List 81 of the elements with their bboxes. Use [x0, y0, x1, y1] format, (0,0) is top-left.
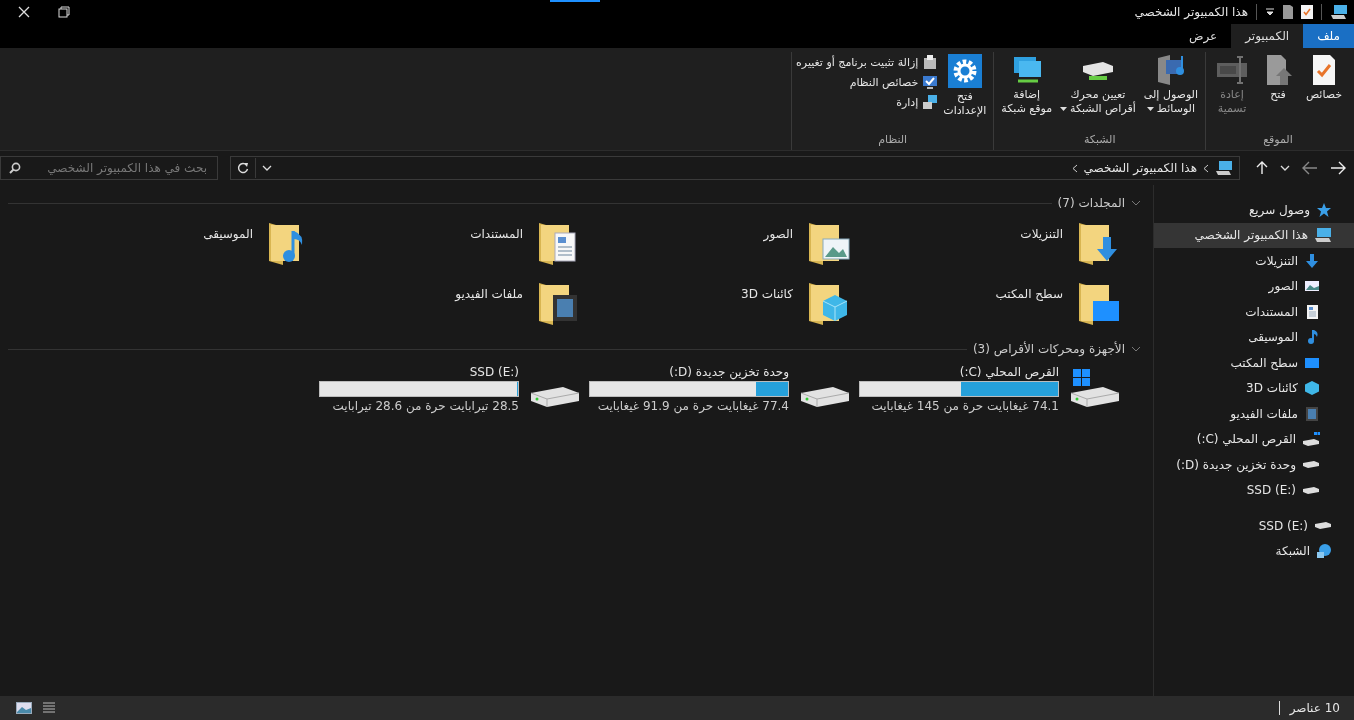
- forward-arrow-icon[interactable]: [1302, 161, 1318, 175]
- item-count: 10 عناصر: [1289, 701, 1340, 715]
- chevron-icon: [1203, 163, 1209, 173]
- nav-item[interactable]: SSD (E:): [1154, 477, 1354, 503]
- nav-item[interactable]: سطح المكتب: [1154, 350, 1354, 376]
- nav-item[interactable]: SSD (E:): [1154, 513, 1354, 539]
- search-icon: [9, 162, 21, 174]
- free-space: 28.5 تيرابايت حرة من 28.6 تيرابايت: [331, 399, 519, 413]
- section-header[interactable]: المجلدات (7): [1057, 196, 1125, 210]
- drive-icon[interactable]: [1069, 369, 1121, 409]
- nav-item[interactable]: الشبكة: [1154, 538, 1354, 564]
- group-label: النظام: [877, 132, 909, 148]
- drive-icon: [1302, 431, 1320, 448]
- close-icon[interactable]: [18, 6, 30, 18]
- ribbon-button[interactable]: فتح الإعدادات: [940, 52, 990, 131]
- picture-view-icon[interactable]: [16, 702, 32, 714]
- address-bar[interactable]: هذا الكمبيوتر الشخصي: [230, 156, 1240, 180]
- computer-icon: [922, 94, 939, 110]
- ribbon-button[interactable]: إدارة: [796, 94, 939, 110]
- down-arrow-icon: [1304, 252, 1320, 269]
- group-label: الشبكة: [1082, 132, 1117, 148]
- ribbon-button[interactable]: الوصول إلى الوسائط: [1140, 52, 1201, 131]
- details-view-icon[interactable]: [42, 701, 56, 715]
- nav-item[interactable]: التنزيلات: [1154, 248, 1354, 274]
- nav-item[interactable]: الموسيقى: [1154, 324, 1354, 350]
- refresh-icon[interactable]: [237, 162, 249, 174]
- drive-icon: [1302, 485, 1320, 495]
- drive-icon: [1314, 521, 1332, 531]
- dropdown-icon[interactable]: [1265, 7, 1275, 17]
- ribbon-button[interactable]: خصائص النظام: [796, 74, 939, 90]
- computer-icon: [1215, 160, 1233, 176]
- checked-document-icon[interactable]: [1301, 5, 1313, 19]
- computer-icon: [1330, 4, 1348, 20]
- ribbon-button[interactable]: خصائص: [1302, 52, 1346, 131]
- folder-item[interactable]: ملفات الفيديو: [311, 279, 581, 331]
- document-icon: [1304, 303, 1320, 320]
- nav-item[interactable]: وصول سريع: [1154, 197, 1354, 223]
- restore-icon[interactable]: [58, 6, 70, 18]
- ribbon-tab[interactable]: ملف: [1303, 24, 1354, 48]
- film-icon: [1304, 405, 1320, 422]
- settings-icon: [947, 54, 982, 88]
- box-icon: [922, 54, 939, 70]
- folder-item[interactable]: الصور: [581, 219, 851, 271]
- computer-icon: [1314, 227, 1332, 244]
- monitor-check-icon: [922, 74, 939, 90]
- text-field-icon: [1216, 54, 1248, 86]
- path-segment[interactable]: هذا الكمبيوتر الشخصي: [1083, 161, 1197, 175]
- folder-item[interactable]: التنزيلات: [851, 219, 1121, 271]
- drive-icon: [1302, 460, 1320, 470]
- folder-item[interactable]: كائنات 3D: [581, 279, 851, 331]
- nav-item[interactable]: القرص المحلي (C:): [1154, 426, 1354, 452]
- ribbon-button[interactable]: إضافة موقع شبكة: [998, 52, 1056, 131]
- folder-item[interactable]: سطح المكتب: [851, 279, 1121, 331]
- up-arrow-icon[interactable]: [1256, 161, 1268, 175]
- star-icon: [1316, 201, 1332, 218]
- ribbon-tab[interactable]: الكمبيوتر: [1231, 24, 1304, 48]
- back-arrow-icon[interactable]: [1330, 161, 1346, 175]
- free-space: 74.1 غيغابايت حرة من 145 غيغابايت: [870, 399, 1059, 413]
- nav-item[interactable]: كائنات 3D: [1154, 375, 1354, 401]
- group-label: الموقع: [1262, 132, 1294, 148]
- free-space: 77.4 غيغابايت حرة من 91.9 غيغابايت: [596, 399, 789, 413]
- drive-name: القرص المحلي (C:): [958, 365, 1059, 379]
- folder-item[interactable]: الموسيقى: [41, 219, 311, 271]
- drive-name: SSD (E:): [468, 365, 519, 379]
- nav-item[interactable]: وحدة تخزين جديدة (D:): [1154, 452, 1354, 478]
- ribbon-button[interactable]: فتح: [1256, 52, 1300, 131]
- folder-item[interactable]: المستندات: [311, 219, 581, 271]
- nav-item[interactable]: المستندات: [1154, 299, 1354, 325]
- drive-name: وحدة تخزين جديدة (D:): [668, 365, 789, 379]
- search-field[interactable]: بحث في هذا الكمبيوتر الشخصي: [0, 156, 218, 180]
- ribbon-button[interactable]: إزالة تثبيت برنامج أو تغييره: [796, 54, 939, 70]
- ribbon-button[interactable]: تعيين محرك أقراص الشبكة: [1057, 52, 1139, 131]
- cube-icon: [1304, 380, 1320, 397]
- nav-item[interactable]: هذا الكمبيوتر الشخصي: [1154, 222, 1354, 248]
- nav-item[interactable]: الصور: [1154, 273, 1354, 299]
- globe-icon: [1316, 543, 1332, 560]
- section-header[interactable]: الأجهزة ومحركات الأقراص (3): [972, 342, 1125, 356]
- nav-item[interactable]: ملفات الفيديو: [1154, 401, 1354, 427]
- chevron-icon: [1071, 163, 1078, 173]
- window-title: هذا الكمبيوتر الشخصي: [1134, 5, 1248, 19]
- ribbon-tab[interactable]: عرض: [1174, 24, 1232, 48]
